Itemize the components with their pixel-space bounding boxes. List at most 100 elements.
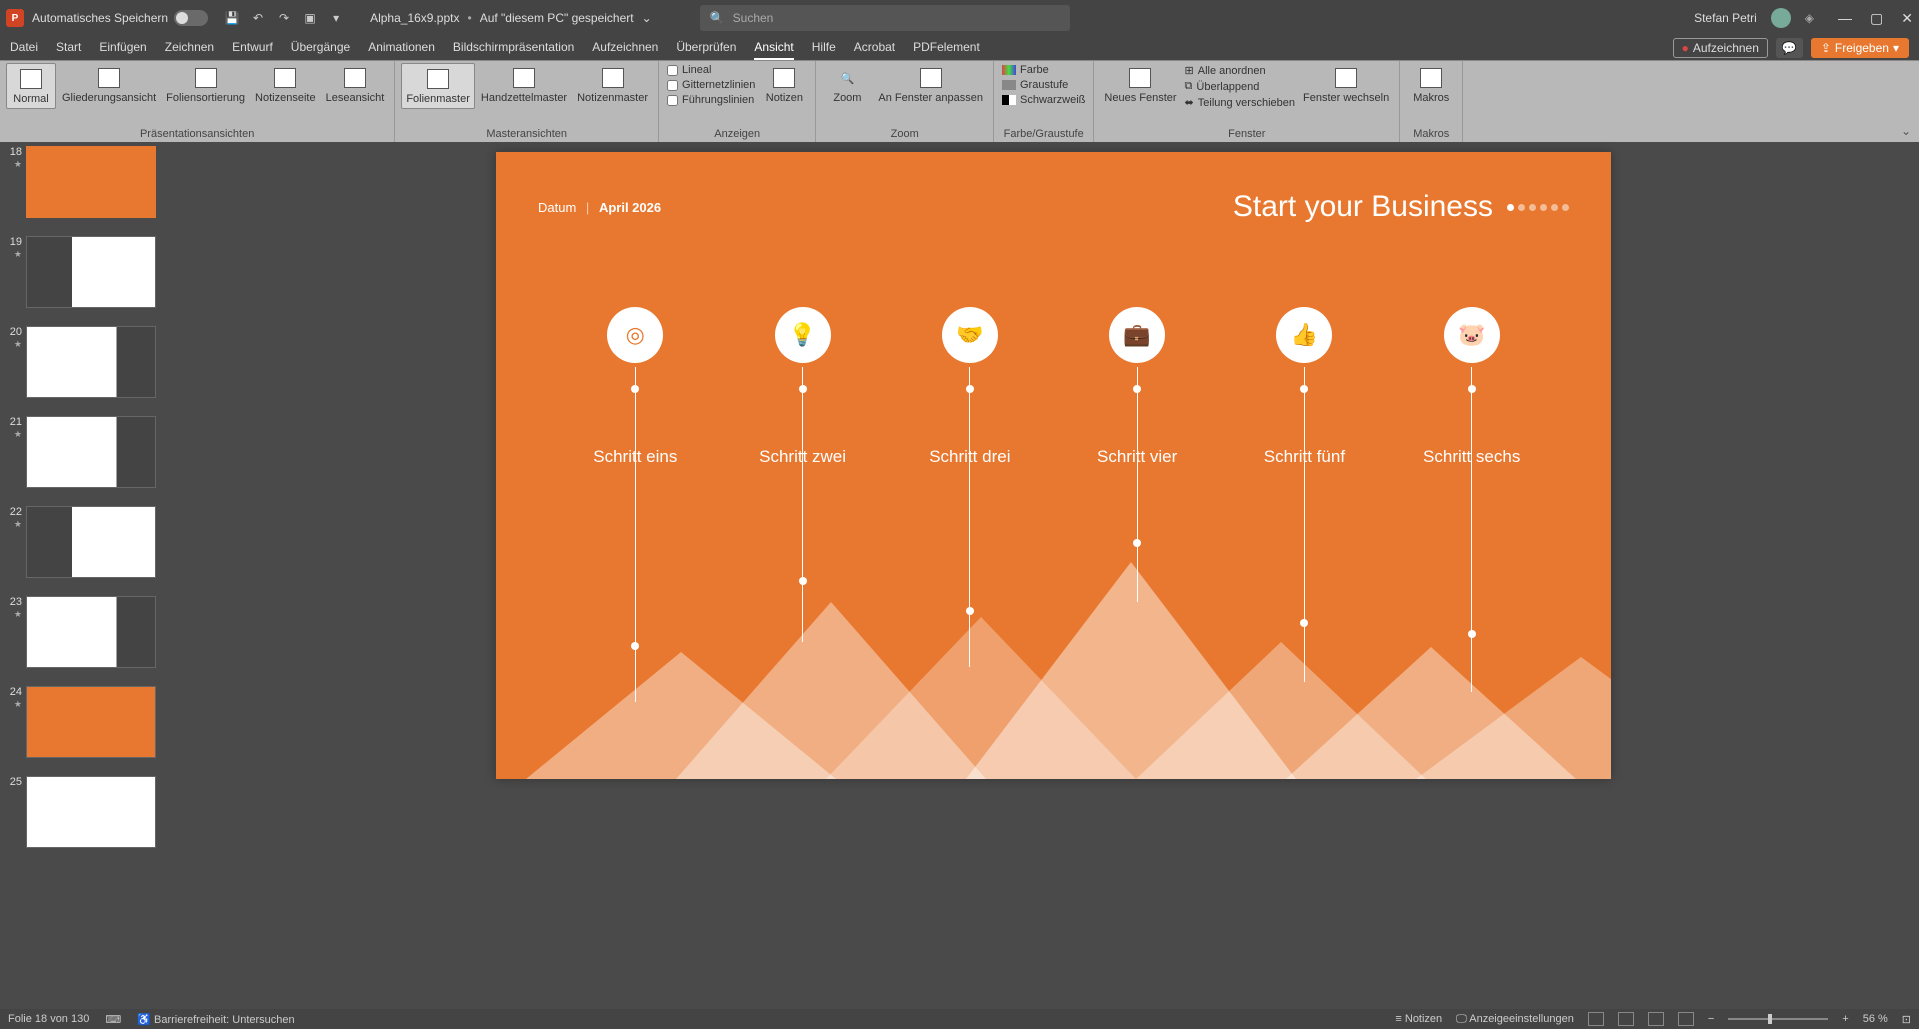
slide-canvas[interactable]: Datum | April 2026 Start your Business [496,152,1611,779]
tab-pdfelement[interactable]: PDFelement [913,40,980,60]
thumbnail-18[interactable]: 18★ [0,142,188,232]
zoom-in-icon[interactable]: + [1842,1013,1848,1025]
accessibility-status[interactable]: ♿ Barrierefreiheit: Untersuchen [137,1013,294,1026]
share-icon: ⇪ [1821,41,1831,55]
thumbnail-23[interactable]: 23★ [0,592,188,682]
chevron-down-icon: ▾ [1893,41,1899,55]
close-icon[interactable]: ✕ [1901,10,1913,27]
new-window-button[interactable]: Neues Fenster [1100,63,1180,107]
tab-aufzeichnen[interactable]: Aufzeichnen [592,40,658,60]
ruler-checkbox[interactable]: Lineal [665,63,757,77]
zoom-icon: 🔍 [835,66,859,90]
handout-master-button[interactable]: Handzettelmaster [477,63,571,107]
filename-area[interactable]: Alpha_16x9.pptx • Auf "diesem PC" gespei… [370,11,652,25]
search-placeholder: Suchen [733,11,774,25]
comments-button[interactable]: 💬 [1776,38,1803,58]
color-button[interactable]: Farbe [1000,63,1087,77]
share-button[interactable]: ⇪ Freigeben ▾ [1811,38,1909,58]
fit-to-window-icon[interactable]: ⊡ [1902,1013,1911,1026]
zoom-out-icon[interactable]: − [1708,1013,1714,1025]
gridlines-checkbox[interactable]: Gitternetzlinien [665,78,757,92]
blackwhite-button[interactable]: Schwarzweiß [1000,93,1087,107]
cascade-button[interactable]: ⧉Überlappend [1183,79,1297,94]
move-split-button[interactable]: ⬌Teilung verschieben [1183,95,1297,110]
chevron-down-icon[interactable]: ⌄ [642,11,652,25]
sorter-view-icon[interactable] [1618,1012,1634,1026]
present-icon[interactable]: ▣ [302,10,318,26]
thumbnail-19[interactable]: 19★ [0,232,188,322]
slide-area[interactable]: Datum | April 2026 Start your Business [188,142,1919,1009]
thumbnail-25[interactable]: 25 [0,772,188,862]
notes-button[interactable]: Notizen [759,63,809,107]
animation-star-icon: ★ [14,159,22,169]
step-5: 👍 Schritt fünf [1276,307,1332,363]
thumbnail-22[interactable]: 22★ [0,502,188,592]
undo-icon[interactable]: ↶ [250,10,266,26]
notes-button[interactable]: ≡ Notizen [1395,1013,1442,1025]
group-label: Masteransichten [401,126,652,142]
coins-icon: ◎ [607,307,663,363]
redo-icon[interactable]: ↷ [276,10,292,26]
thumbnail-panel[interactable]: 18★ 19★ 20★ 21★ 22★ 23★ 24★ 25 [0,142,188,1009]
tab-datei[interactable]: Datei [10,40,38,60]
tab-acrobat[interactable]: Acrobat [854,40,895,60]
tab-start[interactable]: Start [56,40,81,60]
display-settings-button[interactable]: 🖵 Anzeigeeinstellungen [1456,1013,1574,1026]
notes-page-button[interactable]: Notizenseite [251,63,320,107]
tab-bildschirmpraesentation[interactable]: Bildschirmpräsentation [453,40,574,60]
animation-star-icon: ★ [14,609,22,619]
tab-animationen[interactable]: Animationen [368,40,435,60]
arrange-all-button[interactable]: ⊞Alle anordnen [1183,63,1297,78]
reading-view-button[interactable]: Leseansicht [322,63,389,107]
minimize-icon[interactable]: — [1838,10,1852,27]
username-text[interactable]: Stefan Petri [1694,11,1757,25]
slide-sorter-button[interactable]: Foliensortierung [162,63,249,107]
tab-ueberpruefen[interactable]: Überprüfen [676,40,736,60]
search-bar[interactable]: 🔍 Suchen [700,5,1070,31]
macros-button[interactable]: Makros [1406,63,1456,107]
grayscale-button[interactable]: Graustufe [1000,78,1087,92]
tab-entwurf[interactable]: Entwurf [232,40,273,60]
tab-ansicht[interactable]: Ansicht [754,40,793,60]
normal-view-icon[interactable] [1588,1012,1604,1026]
avatar[interactable] [1771,8,1791,28]
guides-checkbox[interactable]: Führungslinien [665,93,757,107]
slideshow-view-icon[interactable] [1678,1012,1694,1026]
ribbon-group-zoom: 🔍Zoom An Fenster anpassen Zoom [816,61,994,142]
tab-uebergaenge[interactable]: Übergänge [291,40,350,60]
thumbnail-20[interactable]: 20★ [0,322,188,412]
group-label: Zoom [822,126,987,142]
ribbon-group-presentation-views: Normal Gliederungsansicht Foliensortieru… [0,61,395,142]
qat-customize-icon[interactable]: ▾ [328,10,344,26]
ribbon: Normal Gliederungsansicht Foliensortieru… [0,60,1919,142]
accessibility-icon: ♿ [137,1014,151,1026]
fit-window-button[interactable]: An Fenster anpassen [874,63,987,107]
zoom-slider[interactable] [1728,1018,1828,1020]
zoom-button[interactable]: 🔍Zoom [822,63,872,107]
slide-master-button[interactable]: Folienmaster [401,63,475,109]
menu-tabs: Datei Start Einfügen Zeichnen Entwurf Üb… [0,36,1919,60]
tab-zeichnen[interactable]: Zeichnen [165,40,214,60]
diamond-icon[interactable]: ◈ [1805,11,1814,25]
thumbnail-24[interactable]: 24★ [0,682,188,772]
notes-master-button[interactable]: Notizenmaster [573,63,652,107]
maximize-icon[interactable]: ▢ [1870,10,1883,27]
group-label: Makros [1406,126,1456,142]
outline-view-button[interactable]: Gliederungsansicht [58,63,160,107]
record-button[interactable]: ● Aufzeichnen [1673,38,1768,58]
language-icon[interactable]: ⌨ [105,1013,121,1026]
autosave-toggle[interactable] [174,10,208,26]
thumbsup-icon: 👍 [1276,307,1332,363]
slide-counter[interactable]: Folie 18 von 130 [8,1013,89,1025]
dot-separator: • [467,11,471,25]
save-icon[interactable]: 💾 [224,10,240,26]
tab-hilfe[interactable]: Hilfe [812,40,836,60]
reading-view-icon[interactable] [1648,1012,1664,1026]
ribbon-collapse-icon[interactable]: ⌄ [1901,124,1911,138]
normal-view-button[interactable]: Normal [6,63,56,109]
group-label: Präsentationsansichten [6,126,388,142]
switch-window-button[interactable]: Fenster wechseln [1299,63,1393,107]
thumbnail-21[interactable]: 21★ [0,412,188,502]
tab-einfuegen[interactable]: Einfügen [99,40,146,60]
zoom-level[interactable]: 56 % [1863,1013,1888,1025]
